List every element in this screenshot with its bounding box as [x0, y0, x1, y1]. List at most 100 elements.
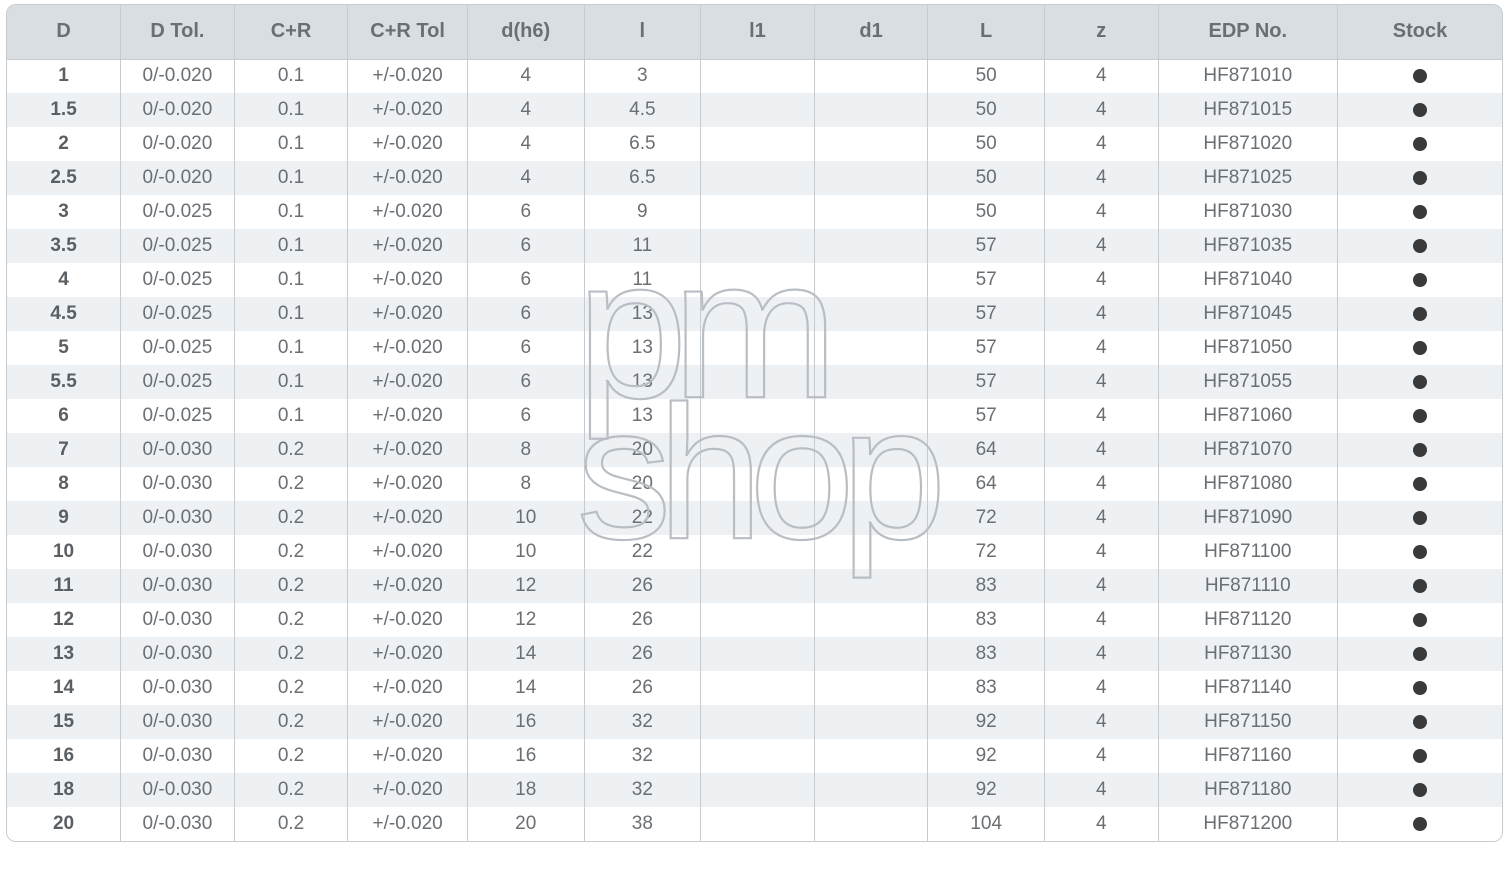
cell-D: 2 — [7, 127, 121, 161]
cell-EDP: HF871020 — [1158, 127, 1337, 161]
stock-dot-icon — [1413, 715, 1427, 729]
cell-l1 — [701, 637, 815, 671]
cell-d1 — [814, 739, 928, 773]
cell-DTol: 0/-0.030 — [121, 535, 235, 569]
cell-CR: 0.2 — [234, 467, 348, 501]
cell-dh6: 6 — [467, 229, 584, 263]
cell-l1 — [701, 467, 815, 501]
cell-l: 32 — [584, 705, 701, 739]
table-row: 130/-0.0300.2+/-0.0201426834HF871130 — [7, 637, 1502, 671]
cell-l: 11 — [584, 229, 701, 263]
cell-D: 2.5 — [7, 161, 121, 195]
cell-l1 — [701, 773, 815, 807]
cell-D: 14 — [7, 671, 121, 705]
col-header-Stock: Stock — [1337, 5, 1502, 59]
cell-z: 4 — [1044, 93, 1158, 127]
cell-l: 26 — [584, 637, 701, 671]
cell-l1 — [701, 705, 815, 739]
cell-d1 — [814, 59, 928, 93]
cell-CRTol: +/-0.020 — [348, 501, 468, 535]
cell-L: 50 — [928, 127, 1045, 161]
table-row: 90/-0.0300.2+/-0.0201022724HF871090 — [7, 501, 1502, 535]
table-row: 70/-0.0300.2+/-0.020820644HF871070 — [7, 433, 1502, 467]
cell-D: 9 — [7, 501, 121, 535]
cell-Stock — [1337, 59, 1502, 93]
cell-CR: 0.2 — [234, 569, 348, 603]
cell-l: 13 — [584, 297, 701, 331]
cell-L: 72 — [928, 501, 1045, 535]
table-row: 5.50/-0.0250.1+/-0.020613574HF871055 — [7, 365, 1502, 399]
cell-EDP: HF871025 — [1158, 161, 1337, 195]
cell-DTol: 0/-0.030 — [121, 501, 235, 535]
cell-CRTol: +/-0.020 — [348, 399, 468, 433]
cell-L: 50 — [928, 161, 1045, 195]
cell-z: 4 — [1044, 59, 1158, 93]
cell-Stock — [1337, 637, 1502, 671]
cell-CRTol: +/-0.020 — [348, 195, 468, 229]
cell-CRTol: +/-0.020 — [348, 603, 468, 637]
cell-l: 3 — [584, 59, 701, 93]
cell-d1 — [814, 365, 928, 399]
cell-L: 83 — [928, 637, 1045, 671]
cell-CR: 0.2 — [234, 433, 348, 467]
cell-d1 — [814, 671, 928, 705]
cell-dh6: 6 — [467, 195, 584, 229]
cell-d1 — [814, 93, 928, 127]
cell-Stock — [1337, 263, 1502, 297]
col-header-d1: d1 — [814, 5, 928, 59]
cell-L: 57 — [928, 297, 1045, 331]
stock-dot-icon — [1413, 545, 1427, 559]
cell-DTol: 0/-0.030 — [121, 603, 235, 637]
cell-D: 15 — [7, 705, 121, 739]
cell-CRTol: +/-0.020 — [348, 569, 468, 603]
cell-D: 7 — [7, 433, 121, 467]
col-header-z: z — [1044, 5, 1158, 59]
cell-DTol: 0/-0.030 — [121, 705, 235, 739]
table-row: 30/-0.0250.1+/-0.02069504HF871030 — [7, 195, 1502, 229]
cell-l: 32 — [584, 773, 701, 807]
cell-CR: 0.2 — [234, 807, 348, 841]
cell-Stock — [1337, 93, 1502, 127]
cell-d1 — [814, 297, 928, 331]
cell-l: 20 — [584, 467, 701, 501]
cell-z: 4 — [1044, 297, 1158, 331]
cell-EDP: HF871035 — [1158, 229, 1337, 263]
cell-EDP: HF871200 — [1158, 807, 1337, 841]
cell-l1 — [701, 331, 815, 365]
cell-L: 83 — [928, 569, 1045, 603]
cell-l1 — [701, 195, 815, 229]
cell-CR: 0.1 — [234, 399, 348, 433]
stock-dot-icon — [1413, 103, 1427, 117]
col-header-dh6: d(h6) — [467, 5, 584, 59]
cell-dh6: 6 — [467, 399, 584, 433]
cell-DTol: 0/-0.025 — [121, 365, 235, 399]
cell-CRTol: +/-0.020 — [348, 59, 468, 93]
cell-L: 92 — [928, 773, 1045, 807]
cell-D: 16 — [7, 739, 121, 773]
cell-CR: 0.1 — [234, 229, 348, 263]
stock-dot-icon — [1413, 69, 1427, 83]
cell-z: 4 — [1044, 773, 1158, 807]
specs-table: D D Tol. C+R C+R Tol d(h6) l l1 d1 L z E… — [7, 5, 1502, 841]
table-row: 50/-0.0250.1+/-0.020613574HF871050 — [7, 331, 1502, 365]
cell-l1 — [701, 399, 815, 433]
cell-EDP: HF871130 — [1158, 637, 1337, 671]
cell-z: 4 — [1044, 127, 1158, 161]
cell-dh6: 6 — [467, 263, 584, 297]
cell-l: 13 — [584, 331, 701, 365]
cell-z: 4 — [1044, 671, 1158, 705]
table-row: 4.50/-0.0250.1+/-0.020613574HF871045 — [7, 297, 1502, 331]
stock-dot-icon — [1413, 137, 1427, 151]
cell-l1 — [701, 161, 815, 195]
cell-CR: 0.1 — [234, 297, 348, 331]
cell-dh6: 6 — [467, 331, 584, 365]
cell-CRTol: +/-0.020 — [348, 127, 468, 161]
cell-Stock — [1337, 161, 1502, 195]
cell-D: 11 — [7, 569, 121, 603]
cell-EDP: HF871055 — [1158, 365, 1337, 399]
table-row: 180/-0.0300.2+/-0.0201832924HF871180 — [7, 773, 1502, 807]
cell-CR: 0.2 — [234, 773, 348, 807]
cell-z: 4 — [1044, 569, 1158, 603]
cell-z: 4 — [1044, 161, 1158, 195]
table-row: 120/-0.0300.2+/-0.0201226834HF871120 — [7, 603, 1502, 637]
